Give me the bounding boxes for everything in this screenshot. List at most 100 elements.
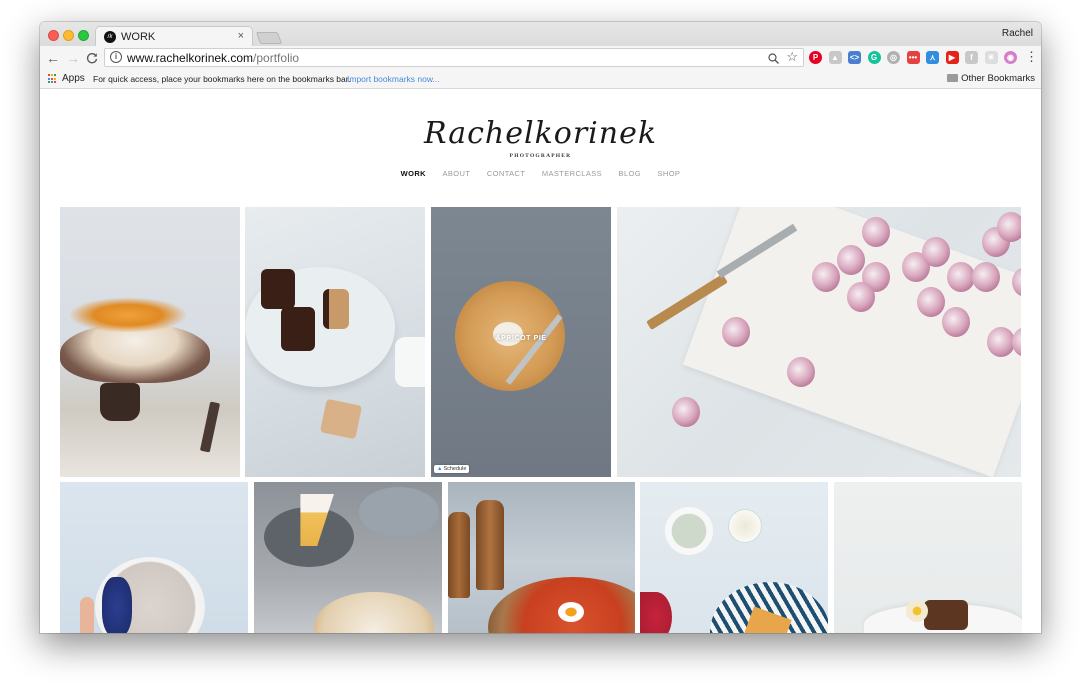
tab-close-icon[interactable]: × xyxy=(238,30,244,42)
url-text[interactable]: www.rachelkorinek.com/portfolio xyxy=(127,51,299,65)
apps-grid-icon[interactable] xyxy=(48,74,58,84)
profile-name[interactable]: Rachel xyxy=(1002,28,1033,39)
flower-shape xyxy=(906,600,928,622)
portfolio-tile-smoothie-bowl[interactable] xyxy=(60,482,248,633)
other-bookmarks[interactable]: Other Bookmarks xyxy=(947,73,1035,84)
menu-icon[interactable]: ⋮ xyxy=(1025,49,1038,65)
tab-title: WORK xyxy=(121,31,156,43)
pie-dish-shape xyxy=(359,487,439,537)
search-icon[interactable] xyxy=(768,50,779,67)
address-bar[interactable]: i www.rachelkorinek.com/portfolio ☆ xyxy=(104,48,804,67)
site-logo[interactable]: Rachelkorinek xyxy=(40,116,1041,151)
canele-piece-shape xyxy=(319,398,363,440)
blueberries-shape xyxy=(102,577,132,633)
site-logo-subtitle: PHOTOGRAPHER xyxy=(509,153,572,159)
reload-icon[interactable] xyxy=(86,50,98,68)
nav-shop[interactable]: SHOP xyxy=(657,169,680,178)
url-host: www.rachelkorinek.com xyxy=(127,51,254,65)
portfolio-tile-caneles[interactable] xyxy=(245,207,425,477)
glass-shape xyxy=(728,509,762,543)
bookmarks-bar: Apps For quick access, place your bookma… xyxy=(40,70,1041,89)
teacup-shape xyxy=(395,337,425,387)
instagram-extension-icon[interactable]: ◉ xyxy=(1004,51,1017,64)
portfolio-tile-pear-pavlova[interactable] xyxy=(60,207,240,477)
portfolio-tile-shakshuka[interactable] xyxy=(448,482,635,633)
garlic-clove-shape xyxy=(837,245,865,275)
main-nav: WORK ABOUT CONTACT MASTERCLASS BLOG SHOP xyxy=(40,169,1041,178)
mortar-shape xyxy=(665,507,713,555)
tile-caption: APRICOT PIE xyxy=(495,335,547,342)
garlic-clove-shape xyxy=(972,262,1000,292)
garlic-clove-shape xyxy=(812,262,840,292)
browser-window: rk WORK × Rachel ← → i www.rachelkorinek… xyxy=(40,22,1041,633)
minimize-window-button[interactable] xyxy=(63,30,74,41)
canele-shape xyxy=(261,269,295,309)
portfolio-tile-garlic[interactable] xyxy=(617,207,1021,477)
schedule-icon: ▲ xyxy=(437,466,443,472)
portfolio-tile-meringue-pie[interactable] xyxy=(254,482,442,633)
tab-work[interactable]: rk WORK × xyxy=(95,26,253,47)
red-bar-extension-icon[interactable]: ••• xyxy=(906,51,920,64)
garlic-clove-shape xyxy=(942,307,970,337)
google-drive-icon[interactable]: ▲ xyxy=(828,51,842,64)
favicon-icon: rk xyxy=(104,31,116,43)
code-extension-icon[interactable]: <> xyxy=(848,51,861,64)
web-page: Rachelkorinek PHOTOGRAPHER WORK ABOUT CO… xyxy=(40,90,1041,633)
portfolio-tile-apricot-pie[interactable]: APRICOT PIE ▲Schedule xyxy=(431,207,611,477)
bookmarks-hint: For quick access, place your bookmarks h… xyxy=(93,74,351,84)
nav-work[interactable]: WORK xyxy=(401,169,426,178)
garlic-clove-shape xyxy=(787,357,815,387)
cake-shape xyxy=(924,600,968,630)
info-icon[interactable]: i xyxy=(110,51,122,63)
ice-cream-shape xyxy=(493,322,523,346)
canele-slice-shape xyxy=(323,289,349,329)
garlic-clove-shape xyxy=(722,317,750,347)
facebook-extension-icon[interactable]: f xyxy=(965,51,978,64)
apps-bookmark[interactable]: Apps xyxy=(62,73,85,84)
nav-contact[interactable]: CONTACT xyxy=(487,169,526,178)
garlic-clove-shape xyxy=(672,397,700,427)
pinterest-icon[interactable]: P xyxy=(809,51,822,64)
nav-about[interactable]: ABOUT xyxy=(443,169,471,178)
egg-shape xyxy=(558,602,584,622)
portfolio-tile-raspberries-pie[interactable] xyxy=(640,482,828,633)
garlic-clove-shape xyxy=(917,287,945,317)
gray-circle-extension-icon[interactable]: ◎ xyxy=(887,51,900,64)
raspberries-shape xyxy=(640,592,672,633)
canele-shape xyxy=(281,307,315,351)
pears-shape xyxy=(68,297,188,333)
garlic-clove-shape xyxy=(847,282,875,312)
garlic-clove-shape xyxy=(862,217,890,247)
meringue-shape xyxy=(314,592,434,633)
close-window-button[interactable] xyxy=(48,30,59,41)
loading-extension-icon[interactable]: ✳ xyxy=(984,51,998,64)
new-tab-button[interactable] xyxy=(255,32,283,44)
portfolio-tile-chocolate-cake[interactable] xyxy=(834,482,1022,633)
folder-icon xyxy=(947,74,959,82)
salt-mill-shape xyxy=(476,500,504,590)
browser-toolbar: ← → i www.rachelkorinek.com/portfolio ☆ … xyxy=(40,46,1041,70)
maximize-window-button[interactable] xyxy=(78,30,89,41)
garlic-clove-shape xyxy=(987,327,1015,357)
nav-blog[interactable]: BLOG xyxy=(619,169,641,178)
knife-shape xyxy=(199,401,221,453)
other-bookmarks-label: Other Bookmarks xyxy=(961,73,1035,84)
forward-arrow-icon[interactable]: → xyxy=(66,50,80,66)
import-bookmarks-link[interactable]: Import bookmarks now... xyxy=(347,74,440,84)
back-arrow-icon[interactable]: ← xyxy=(46,50,60,66)
grammarly-icon[interactable]: G xyxy=(867,51,881,64)
url-path: /portfolio xyxy=(253,51,300,65)
schedule-button[interactable]: ▲Schedule xyxy=(434,465,470,473)
garlic-clove-shape xyxy=(947,262,975,292)
hand-shape xyxy=(80,597,94,633)
pepper-mill-shape xyxy=(448,512,470,598)
garlic-clove-shape xyxy=(997,212,1021,242)
schedule-label: Schedule xyxy=(443,466,467,472)
youtube-extension-icon[interactable]: ▶ xyxy=(945,51,959,64)
nav-masterclass[interactable]: MASTERCLASS xyxy=(542,169,602,178)
title-bar: rk WORK × Rachel xyxy=(40,22,1041,47)
garlic-clove-shape xyxy=(922,237,950,267)
swift-bird-extension-icon[interactable]: ⋏ xyxy=(926,51,939,64)
cake-stand-shape xyxy=(100,383,140,421)
bookmark-star-icon[interactable]: ☆ xyxy=(786,49,798,65)
